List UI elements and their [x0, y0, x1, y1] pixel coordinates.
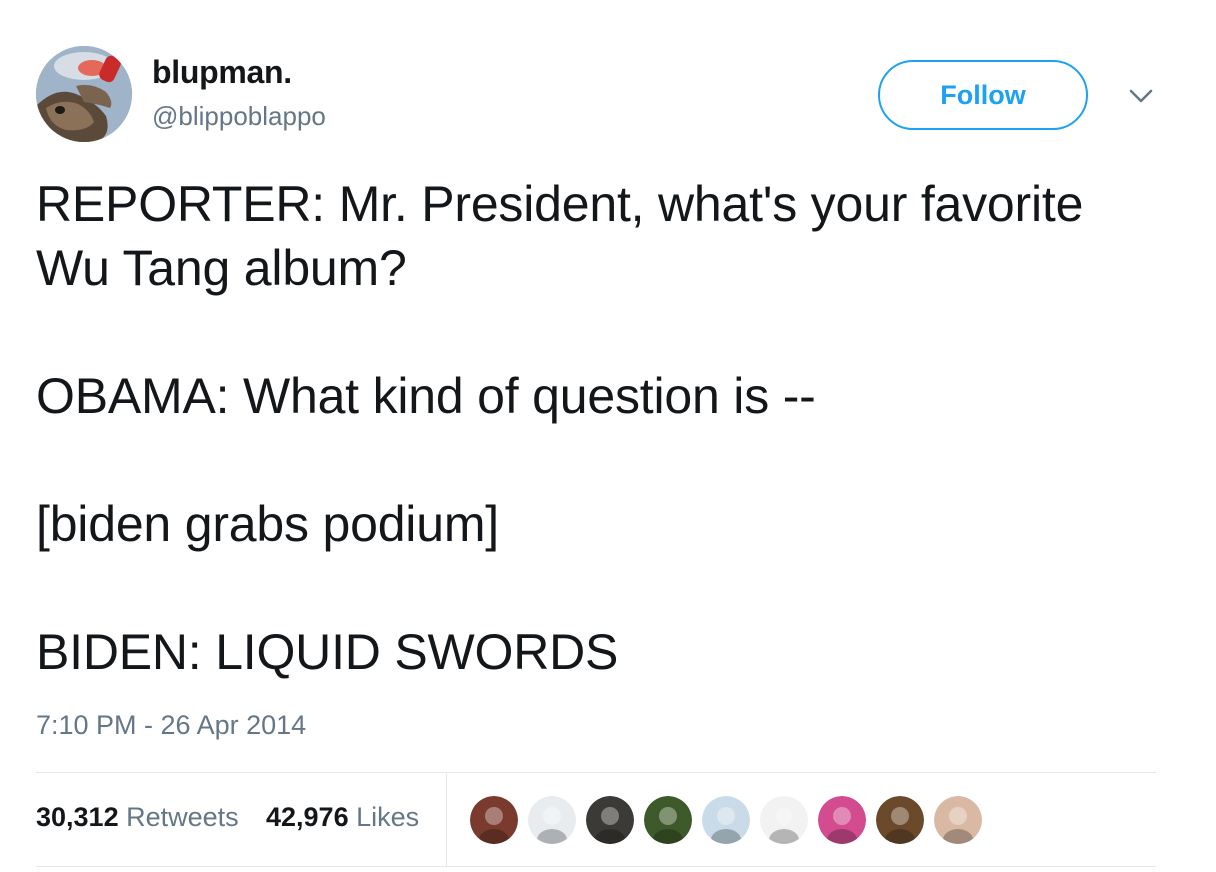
- liker-avatar-6[interactable]: [760, 796, 808, 844]
- liker-avatar-4[interactable]: [644, 796, 692, 844]
- tweet-line: REPORTER: Mr. President, what's your fav…: [36, 176, 1084, 296]
- likes-stat[interactable]: 42,976 Likes: [266, 802, 419, 833]
- likes-label: Likes: [356, 802, 420, 832]
- retweets-label: Retweets: [126, 802, 239, 832]
- stats-separator: [446, 774, 447, 866]
- liker-avatar-2[interactable]: [528, 796, 576, 844]
- profile-avatar-image: [36, 46, 132, 142]
- chevron-down-icon[interactable]: [1126, 84, 1156, 108]
- liker-avatar-3[interactable]: [586, 796, 634, 844]
- liker-avatar-5[interactable]: [702, 796, 750, 844]
- tweet-line: BIDEN: LIQUID SWORDS: [36, 624, 619, 680]
- divider: [36, 866, 1156, 867]
- tweet-timestamp[interactable]: 7:10 PM - 26 Apr 2014: [36, 710, 306, 741]
- liker-avatar-8[interactable]: [876, 796, 924, 844]
- likes-count: 42,976: [266, 802, 349, 832]
- profile-avatar[interactable]: [36, 46, 132, 142]
- liker-avatar-1[interactable]: [470, 796, 518, 844]
- retweets-stat[interactable]: 30,312 Retweets: [36, 802, 239, 833]
- tweet-stats: 30,312 Retweets 42,976 Likes: [36, 774, 1156, 866]
- liker-avatar-9[interactable]: [934, 796, 982, 844]
- follow-button[interactable]: Follow: [878, 60, 1088, 130]
- tweet-card: blupman. @blippoblappo Follow REPORTER: …: [0, 0, 1216, 872]
- tweet-text: REPORTER: Mr. President, what's your fav…: [36, 172, 1166, 684]
- author-handle[interactable]: @blippoblappo: [152, 101, 326, 132]
- tweet-line: [biden grabs podium]: [36, 496, 499, 552]
- retweets-count: 30,312: [36, 802, 119, 832]
- author-display-name[interactable]: blupman.: [152, 54, 292, 91]
- tweet-line: OBAMA: What kind of question is --: [36, 368, 816, 424]
- divider: [36, 772, 1156, 773]
- liker-avatar-7[interactable]: [818, 796, 866, 844]
